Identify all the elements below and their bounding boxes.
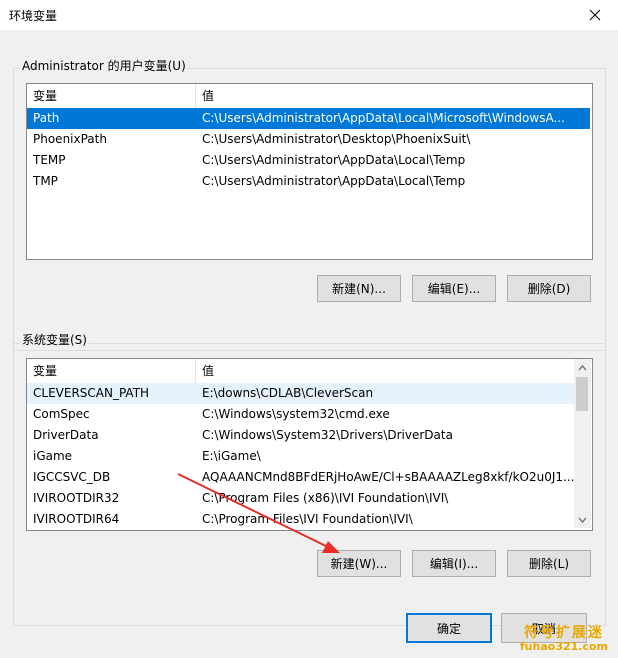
variable-name: IGCCSVC_DB (33, 470, 111, 484)
variable-value: C:\Windows\system32\cmd.exe (202, 407, 390, 421)
col-header-value[interactable]: 值 (202, 84, 214, 108)
sys-edit-button[interactable]: 编辑(I)... (412, 550, 496, 577)
variable-value: C:\Program Files (x86)\IVI Foundation\IV… (202, 491, 449, 505)
column-separator[interactable] (195, 359, 196, 383)
variable-name: CLEVERSCAN_PATH (33, 386, 150, 400)
sys-new-button[interactable]: 新建(W)... (317, 550, 401, 577)
variable-name: Path (33, 111, 60, 125)
user-vars-header: 变量 值 (27, 84, 592, 108)
variable-value: C:\Users\Administrator\AppData\Local\Tem… (202, 153, 466, 167)
sys-vars-scrollbar[interactable] (574, 359, 591, 528)
variable-name: PhoenixPath (33, 132, 107, 146)
chevron-down-icon (578, 517, 587, 523)
sys-vars-group-label: 系统变量(S) (20, 331, 89, 348)
column-separator[interactable] (195, 84, 196, 108)
sys-delete-button[interactable]: 删除(L) (507, 550, 591, 577)
user-new-button[interactable]: 新建(N)... (317, 275, 401, 302)
table-row[interactable]: TMP C:\Users\Administrator\AppData\Local\… (27, 171, 590, 192)
variable-value: AQAAANCMnd8BFdERjHoAwE/Cl+sBAAAAZLeg8xkf… (202, 470, 575, 484)
ok-button[interactable]: 确定 (406, 613, 492, 643)
col-header-variable[interactable]: 变量 (33, 84, 57, 108)
variable-name: iGame (33, 449, 73, 463)
watermark: 符号扩展迷 fuhao321.com (520, 626, 608, 654)
scroll-up-button[interactable] (574, 359, 591, 376)
user-delete-button[interactable]: 删除(D) (507, 275, 591, 302)
sys-vars-header: 变量 值 (27, 359, 592, 383)
watermark-title: 符号扩展迷 (523, 625, 604, 641)
dialog-client: Administrator 的用户变量(U) 变量 值 Path C:\Users… (0, 30, 618, 658)
table-row[interactable]: ComSpec C:\Windows\system32\cmd.exe (27, 404, 590, 425)
table-row[interactable]: IVIROOTDIR64 C:\Program Files\IVI Foundat… (27, 509, 590, 530)
window-title: 环境变量 (9, 9, 58, 23)
scroll-down-button[interactable] (574, 511, 591, 528)
col-header-variable[interactable]: 变量 (33, 359, 57, 383)
user-vars-list[interactable]: 变量 值 Path C:\Users\Administrator\AppData\… (26, 83, 593, 260)
variable-value: C:\Users\Administrator\AppData\Local\Mic… (202, 111, 565, 125)
variable-name: IVIROOTDIR32 (33, 491, 120, 505)
variable-name: TMP (33, 174, 58, 188)
variable-value: C:\Windows\System32\Drivers\DriverData (202, 428, 453, 442)
variable-value: C:\Users\Administrator\AppData\Local\Tem… (202, 174, 466, 188)
close-button[interactable] (572, 0, 618, 30)
variable-name: TEMP (33, 153, 66, 167)
table-row[interactable]: IGCCSVC_DB AQAAANCMnd8BFdERjHoAwE/Cl+sBAA… (27, 467, 590, 488)
table-row[interactable]: iGame E:\iGame\ (27, 446, 590, 467)
table-row[interactable]: Path C:\Users\Administrator\AppData\Local… (27, 108, 590, 129)
col-header-value[interactable]: 值 (202, 359, 214, 383)
table-row[interactable]: IVIROOTDIR32 C:\Program Files (x86)\IVI F… (27, 488, 590, 509)
table-row[interactable]: TEMP C:\Users\Administrator\AppData\Local… (27, 150, 590, 171)
watermark-url: fuhao321.com (519, 640, 608, 653)
title-bar: 环境变量 (0, 0, 618, 30)
variable-value: C:\Program Files\IVI Foundation\IVI\ (202, 512, 413, 526)
variable-value: C:\Users\Administrator\Desktop\PhoenixSu… (202, 132, 471, 146)
close-icon (589, 9, 601, 21)
user-vars-group-label: Administrator 的用户变量(U) (20, 57, 188, 74)
sys-vars-list[interactable]: 变量 值 CLEVERSCAN_PATH E:\downs\CDLAB\Cleve… (26, 358, 593, 531)
table-row[interactable]: DriverData C:\Windows\System32\Drivers\Dr… (27, 425, 590, 446)
scroll-thumb[interactable] (576, 377, 588, 411)
variable-name: ComSpec (33, 407, 90, 421)
variable-value: E:\downs\CDLAB\CleverScan (202, 386, 374, 400)
variable-name: IVIROOTDIR64 (33, 512, 120, 526)
user-edit-button[interactable]: 编辑(E)... (412, 275, 496, 302)
table-row[interactable]: PhoenixPath C:\Users\Administrator\Deskto… (27, 129, 590, 150)
variable-value: E:\iGame\ (202, 449, 261, 463)
chevron-up-icon (578, 364, 587, 370)
table-row[interactable]: CLEVERSCAN_PATH E:\downs\CDLAB\CleverScan (27, 383, 590, 404)
variable-name: DriverData (33, 428, 99, 442)
